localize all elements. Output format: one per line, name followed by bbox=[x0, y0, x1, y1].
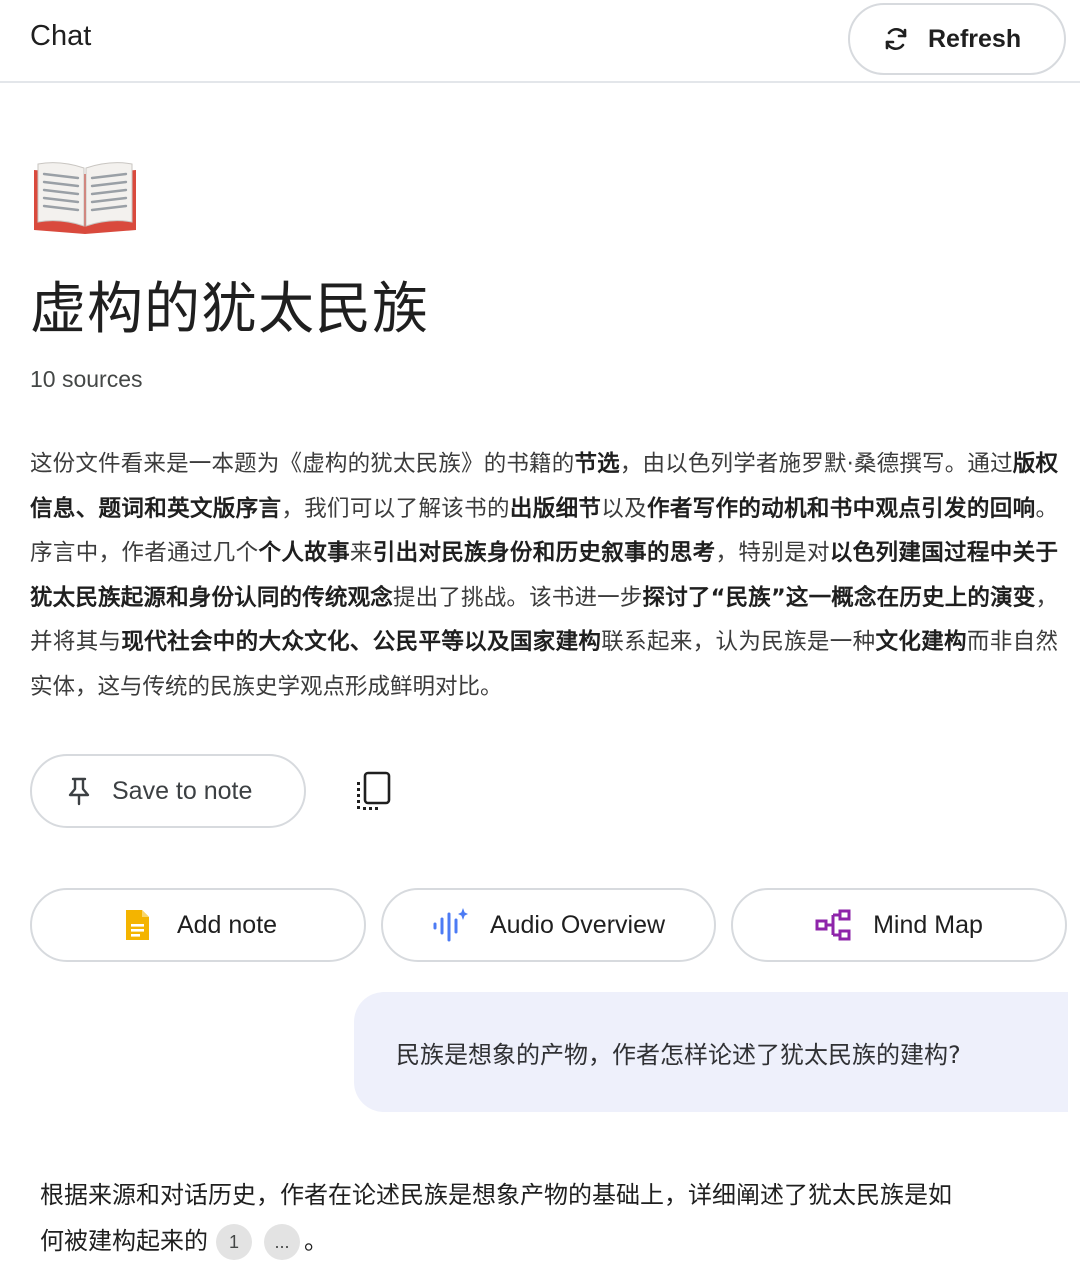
response-text: 根据来源和对话历史，作者在论述民族是想象产物的基础上，详细阐述了犹太民族是如何被… bbox=[40, 1181, 952, 1255]
assistant-response: 根据来源和对话历史，作者在论述民族是想象产物的基础上，详细阐述了犹太民族是如何被… bbox=[40, 1172, 970, 1264]
refresh-button[interactable]: Refresh bbox=[848, 3, 1066, 75]
refresh-label: Refresh bbox=[928, 24, 1022, 53]
citation-chip[interactable]: 1 bbox=[216, 1224, 252, 1260]
response-end: 。 bbox=[304, 1227, 328, 1255]
add-note-button[interactable]: Add note bbox=[30, 888, 366, 962]
summary-segment: ，特别是对 bbox=[715, 540, 830, 567]
audio-wave-icon bbox=[433, 908, 468, 942]
audio-overview-button[interactable]: Audio Overview bbox=[381, 888, 716, 962]
mind-map-label: Mind Map bbox=[873, 910, 983, 939]
mind-map-icon bbox=[815, 909, 851, 941]
open-book-icon bbox=[34, 162, 136, 234]
user-message-text: 民族是想象的产物，作者怎样论述了犹太民族的建构? bbox=[396, 1040, 961, 1069]
summary-bold-segment: 出版细节 bbox=[509, 495, 602, 522]
copy-icon[interactable] bbox=[352, 770, 392, 812]
summary-segment: ，由以色列学者施罗默·桑德撰写。通过 bbox=[619, 451, 1013, 477]
summary-bold-segment: 节选 bbox=[574, 451, 620, 477]
summary-segment: ，我们可以了解该书的 bbox=[281, 495, 510, 522]
summary-bold-segment: 探讨了“民族”这一概念在历史上的演变 bbox=[642, 584, 1036, 611]
summary-bold-segment: 个人故事 bbox=[258, 540, 350, 567]
refresh-icon bbox=[885, 27, 907, 51]
mind-map-button[interactable]: Mind Map bbox=[731, 888, 1067, 962]
note-icon bbox=[125, 910, 149, 940]
chat-title: Chat bbox=[30, 20, 92, 52]
summary-bold-segment: 作者写作的动机和书中观点引发的回响 bbox=[646, 495, 1036, 522]
summary-segment: 联系起来，认为民族是一种 bbox=[601, 629, 876, 656]
summary-bold-segment: 现代社会中的大众文化、公民平等以及国家建构 bbox=[121, 629, 602, 656]
summary-bold-segment: 文化建构 bbox=[875, 629, 967, 656]
user-message-bubble: 民族是想象的产物，作者怎样论述了犹太民族的建构? bbox=[354, 992, 1068, 1112]
summary-segment: 这份文件看来是一本题为《虚构的犹太民族》的书籍的 bbox=[30, 451, 575, 477]
save-to-note-button[interactable]: Save to note bbox=[30, 754, 306, 828]
notebook-title: 虚构的犹太民族 bbox=[30, 277, 429, 342]
save-to-note-label: Save to note bbox=[112, 776, 253, 805]
audio-overview-label: Audio Overview bbox=[489, 910, 666, 939]
chat-header: Chat Refresh bbox=[0, 0, 1080, 83]
citation-more-chip[interactable]: ... bbox=[264, 1224, 300, 1260]
summary-segment: 来 bbox=[349, 540, 373, 567]
notebook-summary: 这份文件看来是一本题为《虚构的犹太民族》的书籍的节选，由以色列学者施罗默·桑德撰… bbox=[30, 442, 1058, 710]
add-note-label: Add note bbox=[176, 910, 278, 939]
summary-segment: 提出了挑战。该书进一步 bbox=[392, 584, 643, 611]
summary-segment: 以及 bbox=[601, 495, 647, 522]
source-count: 10 sources bbox=[30, 366, 143, 392]
summary-bold-segment: 引出对民族身份和历史叙事的思考 bbox=[372, 540, 716, 567]
pin-icon bbox=[68, 777, 90, 806]
